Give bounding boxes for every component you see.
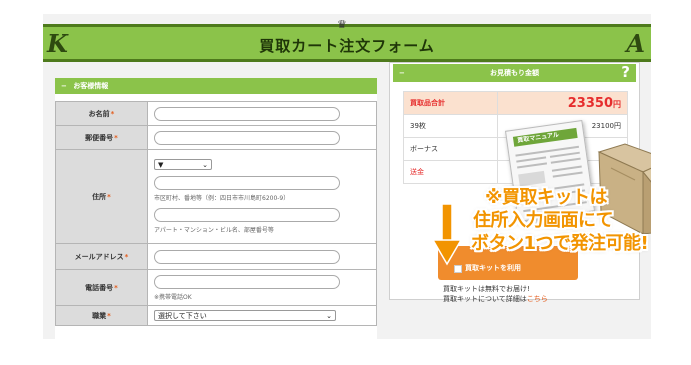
callout-line2: 住所入力画面にて: [473, 210, 614, 231]
count-label: 39枚: [402, 114, 499, 138]
page-header: ♛ K 買取カート注文フォーム A: [43, 18, 651, 62]
manual-title: 買取マニュアル: [512, 127, 578, 147]
prefecture-select[interactable]: ▼ ⌄: [154, 159, 212, 170]
promo-callout: ※買取キットは 住所入力画面にて ボタン1つで発注可能!: [471, 186, 651, 255]
name-input[interactable]: [154, 106, 340, 121]
job-select-value: 選択して下さい: [158, 311, 207, 320]
crest-icon: ♛: [337, 18, 347, 31]
bonus-label: ボーナス: [402, 137, 499, 161]
kit-info-note: 買取キットは無料でお届け! 買取キットについて詳細はこちら: [443, 284, 548, 304]
customer-info-header[interactable]: − お客様情報: [55, 78, 377, 94]
total-amount: 23350: [567, 95, 613, 111]
form-row-address: 住所* ▼ ⌄ 市区町村、番地等（例：四日市市川島町6200-9） アパート・マン…: [55, 149, 377, 244]
form-row-email: メールアドレス*: [55, 243, 377, 270]
callout-line1: ※買取キットは: [485, 187, 608, 208]
page-title: 買取カート注文フォーム: [259, 37, 435, 55]
total-label: 買取品合計: [402, 91, 499, 115]
customer-info-panel: − お客様情報 お名前* 郵便番号* 住所* ▼ ⌄ 市区町村、番地等（例：四日市…: [55, 78, 377, 339]
email-input[interactable]: [154, 249, 340, 264]
total-unit: 円: [613, 99, 621, 109]
job-label: 職業: [92, 311, 107, 320]
customer-info-title: お客様情報: [73, 82, 109, 90]
name-label: お名前: [88, 109, 110, 118]
postal-input[interactable]: [154, 130, 340, 145]
kit-note-line2: 買取キットについて詳細は: [443, 295, 527, 303]
shipping-label: 送金: [402, 160, 499, 184]
required-mark: *: [114, 283, 118, 292]
estimate-title: お見積もり金額: [490, 69, 539, 77]
address-label: 住所: [92, 192, 107, 201]
building-input[interactable]: [154, 208, 340, 222]
building-note: アパート・マンション・ビル名、部屋番号等: [154, 227, 274, 234]
down-arrow-icon: [433, 204, 461, 266]
help-icon[interactable]: ?: [621, 63, 630, 81]
phone-input[interactable]: [154, 274, 340, 289]
screenshot-stage: ♛ K 買取カート注文フォーム A − お客様情報 お名前* 郵便番号* 住所*…: [0, 0, 691, 365]
city-input[interactable]: [154, 176, 340, 190]
required-mark: *: [107, 311, 111, 320]
required-mark: *: [110, 109, 115, 118]
kit-details-link[interactable]: こちら: [527, 295, 548, 303]
estimate-row-total: 買取品合計 23350円: [402, 91, 628, 115]
minus-icon: −: [61, 82, 67, 90]
phone-note: ※携帯電話OK: [154, 293, 192, 301]
phone-label: 電話番号: [85, 283, 114, 292]
logo-monogram-right: A: [626, 29, 645, 58]
required-mark: *: [107, 192, 111, 201]
required-mark: *: [124, 252, 129, 261]
kit-note-line1: 買取キットは無料でお届け!: [443, 285, 530, 293]
email-label: メールアドレス: [74, 252, 124, 261]
job-select[interactable]: 選択して下さい ⌄: [154, 310, 336, 321]
estimate-header[interactable]: − お見積もり金額 ?: [393, 63, 636, 82]
form-row-phone: 電話番号* ※携帯電話OK: [55, 269, 377, 306]
kit-checkbox[interactable]: [454, 265, 462, 273]
city-note: 市区町村、番地等（例：四日市市川島町6200-9）: [154, 195, 290, 202]
customer-form-table: お名前* 郵便番号* 住所* ▼ ⌄ 市区町村、番地等（例：四日市市川島町6200…: [55, 101, 377, 326]
callout-line3: ボタン1つで発注可能!: [471, 233, 649, 254]
form-row-postal: 郵便番号*: [55, 125, 377, 150]
prefecture-select-value: ▼: [158, 160, 164, 169]
order-form-page: ♛ K 買取カート注文フォーム A − お客様情報 お名前* 郵便番号* 住所*…: [43, 14, 651, 339]
chevron-down-icon: ⌄: [326, 311, 332, 320]
postal-label: 郵便番号: [85, 133, 114, 142]
form-row-job: 職業* 選択して下さい ⌄: [55, 305, 377, 326]
form-row-name: お名前*: [55, 101, 377, 126]
chevron-down-icon: ⌄: [202, 160, 208, 169]
required-mark: *: [114, 133, 118, 142]
kit-checkbox-label: 買取キットを利用: [465, 264, 521, 272]
